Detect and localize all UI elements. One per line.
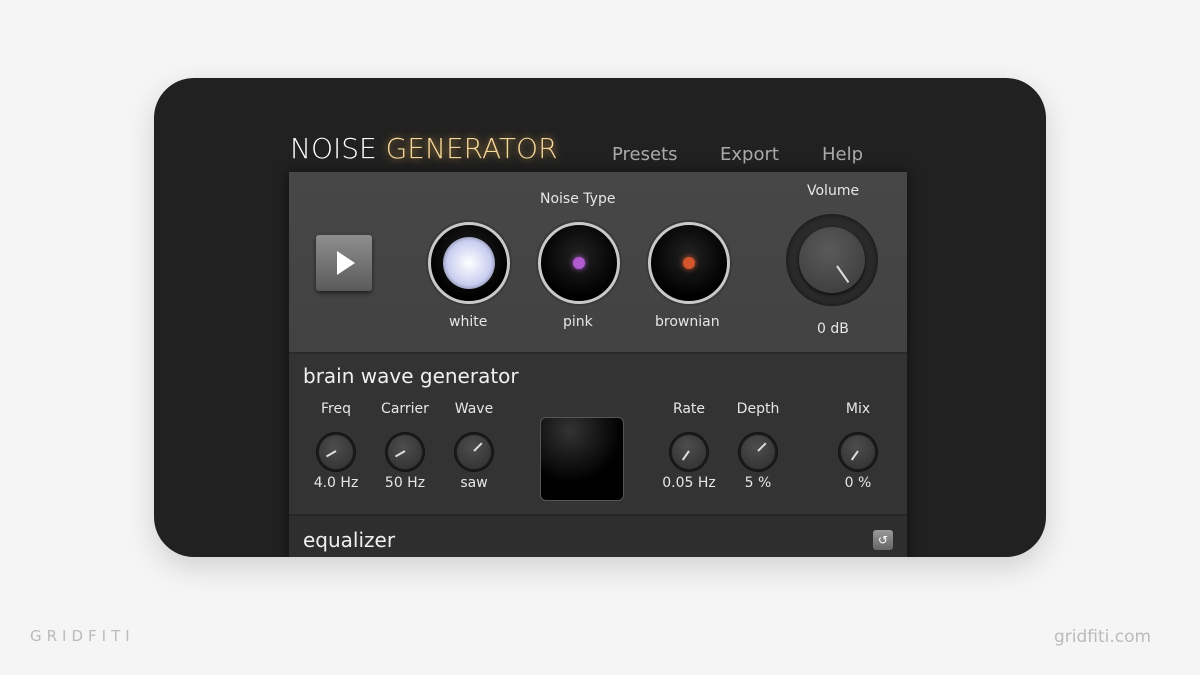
pink-label: pink (563, 314, 593, 330)
knob-value-wave: saw (460, 475, 488, 491)
knob-wave[interactable] (454, 432, 494, 472)
waveform-display (540, 417, 624, 501)
noise-type-heading: Noise Type (540, 191, 616, 207)
brand-logo: GRIDFITI (30, 627, 135, 645)
knob-depth[interactable] (738, 432, 778, 472)
noise-brownian-button[interactable] (648, 222, 730, 304)
app-title: NOISE GENERATOR (290, 132, 558, 165)
title-generator: GENERATOR (385, 132, 558, 165)
knob-mix[interactable] (838, 432, 878, 472)
knob-value-depth: 5 % (744, 475, 772, 491)
brownian-label: brownian (655, 314, 720, 330)
knob-label-wave: Wave (454, 401, 494, 417)
knob-value-rate: 0.05 Hz (662, 475, 716, 491)
noise-section: Noise Type white pink brownian Volume 0 … (289, 172, 907, 354)
reset-icon[interactable]: ↺ (873, 530, 893, 550)
volume-label: Volume (807, 183, 860, 199)
knob-rate[interactable] (669, 432, 709, 472)
brownian-noise-glow-icon (683, 257, 695, 269)
knob-value-carrier: 50 Hz (384, 475, 426, 491)
synth-panel: Noise Type white pink brownian Volume 0 … (289, 172, 907, 557)
app-card: NOISE GENERATOR Presets Export Help Nois… (154, 78, 1046, 557)
knob-label-depth: Depth (736, 401, 780, 417)
play-button[interactable] (316, 235, 372, 291)
brainwave-section: brain wave generator Freq 4.0 Hz Carrier 50… (289, 354, 907, 516)
knob-value-freq: 4.0 Hz (313, 475, 359, 491)
white-noise-glow-icon (443, 237, 495, 289)
white-label: white (449, 314, 488, 330)
brand-url: gridfiti.com (1054, 627, 1152, 647)
noise-white-button[interactable] (428, 222, 510, 304)
pink-noise-glow-icon (573, 257, 585, 269)
brainwave-title: brain wave generator (303, 364, 519, 388)
knob-label-freq: Freq (321, 401, 351, 417)
noise-pink-button[interactable] (538, 222, 620, 304)
knob-carrier[interactable] (385, 432, 425, 472)
title-noise: NOISE (290, 132, 386, 165)
nav-presets[interactable]: Presets (612, 144, 678, 165)
knob-label-carrier: Carrier (381, 401, 429, 417)
knob-value-mix: 0 % (844, 475, 872, 491)
nav-export[interactable]: Export (720, 144, 779, 165)
equalizer-title: equalizer (303, 528, 396, 552)
volume-knob[interactable] (786, 214, 878, 306)
equalizer-section: equalizer ↺ (289, 518, 907, 557)
knob-label-rate: Rate (672, 401, 706, 417)
knob-label-mix: Mix (845, 401, 871, 417)
volume-value: 0 dB (817, 321, 849, 337)
knob-freq[interactable] (316, 432, 356, 472)
nav-help[interactable]: Help (822, 144, 863, 165)
